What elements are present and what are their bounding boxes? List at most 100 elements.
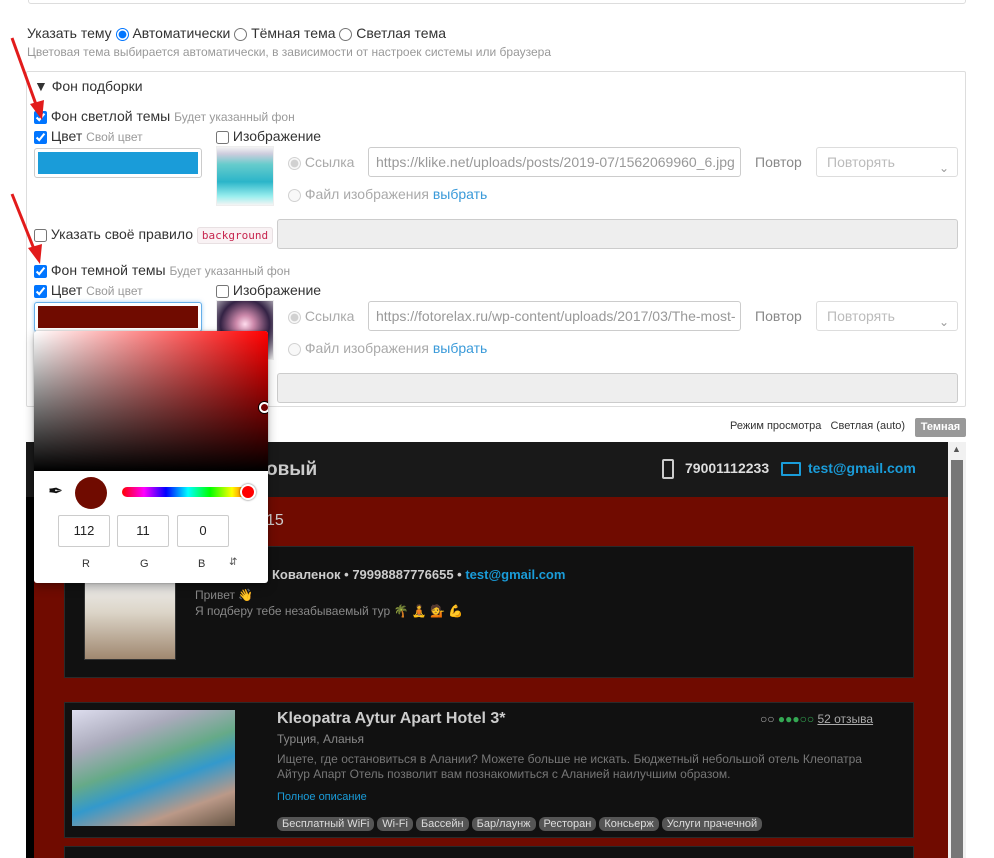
light-repeat-label: Повтор bbox=[755, 154, 802, 170]
amenity-tag: Бесплатный WiFi bbox=[277, 817, 375, 831]
agent-name: Коваленок bbox=[272, 567, 341, 582]
theme-option-auto[interactable]: Автоматически bbox=[132, 25, 230, 41]
dark-custom-rule-input[interactable] bbox=[277, 373, 958, 403]
light-link-label[interactable]: Ссылка bbox=[305, 154, 355, 170]
saturation-handle[interactable] bbox=[259, 402, 268, 413]
theme-radio-auto[interactable] bbox=[115, 27, 129, 41]
light-color-checkbox[interactable] bbox=[34, 130, 47, 144]
view-mode-label: Режим просмотра bbox=[730, 420, 822, 432]
view-mode-dark-button[interactable]: Темная bbox=[915, 418, 966, 437]
agent-email[interactable]: test@gmail.com bbox=[465, 567, 565, 582]
light-link-radio[interactable] bbox=[288, 156, 301, 170]
rating-dot: ○ bbox=[806, 712, 815, 726]
picker-b-label: B bbox=[198, 558, 206, 570]
light-url-input[interactable]: https://klike.net/uploads/posts/2019-07/… bbox=[368, 147, 741, 177]
hotel-name[interactable]: Kleopatra Aytur Apart Hotel 3* bbox=[277, 710, 505, 728]
light-color-label[interactable]: Цвет bbox=[51, 128, 82, 144]
saturation-area[interactable] bbox=[34, 331, 268, 471]
phone-icon bbox=[662, 459, 674, 479]
dark-color-row: Цвет Свой цвет bbox=[34, 282, 143, 298]
format-toggle-icon[interactable]: ⇵ bbox=[229, 557, 237, 568]
dark-url-input[interactable]: https://fotorelax.ru/wp-content/uploads/… bbox=[368, 301, 741, 331]
scrollbar-thumb[interactable] bbox=[951, 460, 963, 858]
color-picker: ✒ 112 11 0 R G B ⇵ bbox=[34, 331, 268, 583]
hue-handle[interactable] bbox=[240, 484, 256, 500]
eyedropper-icon[interactable]: ✒ bbox=[48, 481, 63, 502]
agent-phone[interactable]: 79998887776655 bbox=[352, 567, 453, 582]
light-image-preview bbox=[216, 146, 274, 206]
light-color-row: Цвет Свой цвет bbox=[34, 128, 143, 144]
mail-icon bbox=[781, 462, 801, 476]
custom-rule-label[interactable]: Указать своё правило bbox=[51, 226, 193, 242]
preview-title: овый bbox=[266, 459, 318, 480]
scroll-up-icon[interactable]: ▲ bbox=[952, 444, 961, 454]
custom-rule-code: background bbox=[196, 227, 274, 244]
rating-dot: ○ bbox=[799, 712, 807, 726]
light-image-label[interactable]: Изображение bbox=[233, 128, 321, 144]
dark-file-radio[interactable] bbox=[288, 342, 301, 356]
picker-g-label: G bbox=[140, 558, 149, 570]
custom-rule-input[interactable] bbox=[277, 219, 958, 249]
preview-date: 15 bbox=[266, 512, 284, 529]
light-color-swatch[interactable] bbox=[34, 148, 202, 178]
light-repeat-value: Повторять bbox=[827, 154, 895, 170]
arrow-annotation-dark bbox=[10, 193, 42, 264]
light-image-row: Изображение bbox=[216, 128, 321, 144]
dark-bg-hint: Будет указанный фон bbox=[169, 264, 291, 278]
dark-image-label[interactable]: Изображение bbox=[233, 282, 321, 298]
theme-radio-light[interactable] bbox=[339, 27, 353, 41]
agent-info: Коваленок • 79998887776655 • test@gmail.… bbox=[272, 567, 566, 582]
rating-dot: ● bbox=[792, 712, 800, 726]
theme-radio-dark[interactable] bbox=[234, 27, 248, 41]
dark-repeat-select[interactable]: Повторять ⌄ bbox=[816, 301, 958, 331]
amenity-tag: Wi-Fi bbox=[377, 817, 413, 831]
arrow-annotation-light bbox=[10, 37, 44, 120]
light-file-choose-link[interactable]: выбрать bbox=[433, 186, 488, 202]
reviews-link[interactable]: 52 отзыва bbox=[817, 712, 873, 726]
rating-dot: ● bbox=[777, 712, 786, 726]
light-link-option: Ссылка bbox=[288, 154, 354, 170]
previous-field[interactable] bbox=[28, 0, 966, 4]
dark-color-hint: Свой цвет bbox=[86, 284, 143, 298]
agent-message: Я подберу тебе незабываемый тур 🌴 🧘 💁 💪 bbox=[195, 604, 464, 618]
dark-link-label[interactable]: Ссылка bbox=[305, 308, 355, 324]
hotel-amenities: Бесплатный WiFi Wi-Fi Бассейн Бар/лаунж Рест… bbox=[277, 814, 765, 831]
picker-b-input[interactable]: 0 bbox=[177, 515, 229, 547]
theme-option-dark[interactable]: Тёмная тема bbox=[251, 25, 335, 41]
dark-color-fill bbox=[38, 306, 198, 328]
rating-dots: ●●●○○ bbox=[778, 712, 814, 726]
tripadvisor-icon: ○○ bbox=[760, 712, 775, 726]
dark-file-option: Файл изображения выбрать bbox=[288, 340, 487, 356]
picker-g-input[interactable]: 11 bbox=[117, 515, 169, 547]
dark-link-radio[interactable] bbox=[288, 310, 301, 324]
view-mode-light-button[interactable]: Светлая (auto) bbox=[831, 420, 906, 432]
agent-photo bbox=[84, 580, 176, 660]
dark-color-checkbox[interactable] bbox=[34, 284, 47, 298]
dark-bg-row: Фон темной темы Будет указанный фон bbox=[34, 262, 290, 278]
picker-r-input[interactable]: 112 bbox=[58, 515, 110, 547]
hotel-more-link[interactable]: Полное описание bbox=[277, 791, 367, 803]
dark-image-checkbox[interactable] bbox=[216, 284, 229, 298]
amenity-tag: Бар/лаунж bbox=[471, 817, 536, 831]
chevron-down-icon: ⌄ bbox=[938, 315, 949, 329]
light-image-checkbox[interactable] bbox=[216, 130, 229, 144]
dark-repeat-label: Повтор bbox=[755, 308, 802, 324]
light-repeat-select[interactable]: Повторять ⌄ bbox=[816, 147, 958, 177]
dark-color-label[interactable]: Цвет bbox=[51, 282, 82, 298]
collection-bg-legend[interactable]: ▼ Фон подборки bbox=[34, 78, 143, 94]
dark-bg-label[interactable]: Фон темной темы bbox=[51, 262, 166, 278]
light-bg-label[interactable]: Фон светлой темы bbox=[51, 108, 170, 124]
header-email[interactable]: test@gmail.com bbox=[808, 460, 916, 476]
hue-slider[interactable] bbox=[122, 487, 254, 497]
hotel-rating: ○○ ●●●○○ 52 отзыва bbox=[760, 712, 873, 726]
light-file-radio[interactable] bbox=[288, 188, 301, 202]
theme-option-light[interactable]: Светлая тема bbox=[356, 25, 446, 41]
hotel-location: Турция, Аланья bbox=[277, 732, 364, 746]
light-file-label[interactable]: Файл изображения bbox=[305, 186, 429, 202]
dark-file-choose-link[interactable]: выбрать bbox=[433, 340, 488, 356]
dark-color-swatch[interactable] bbox=[34, 302, 202, 332]
amenity-tag: Ресторан bbox=[538, 817, 597, 831]
dark-file-label[interactable]: Файл изображения bbox=[305, 340, 429, 356]
header-phone[interactable]: 79001112233 bbox=[685, 460, 769, 476]
custom-rule-row: Указать своё правило background bbox=[34, 226, 274, 244]
